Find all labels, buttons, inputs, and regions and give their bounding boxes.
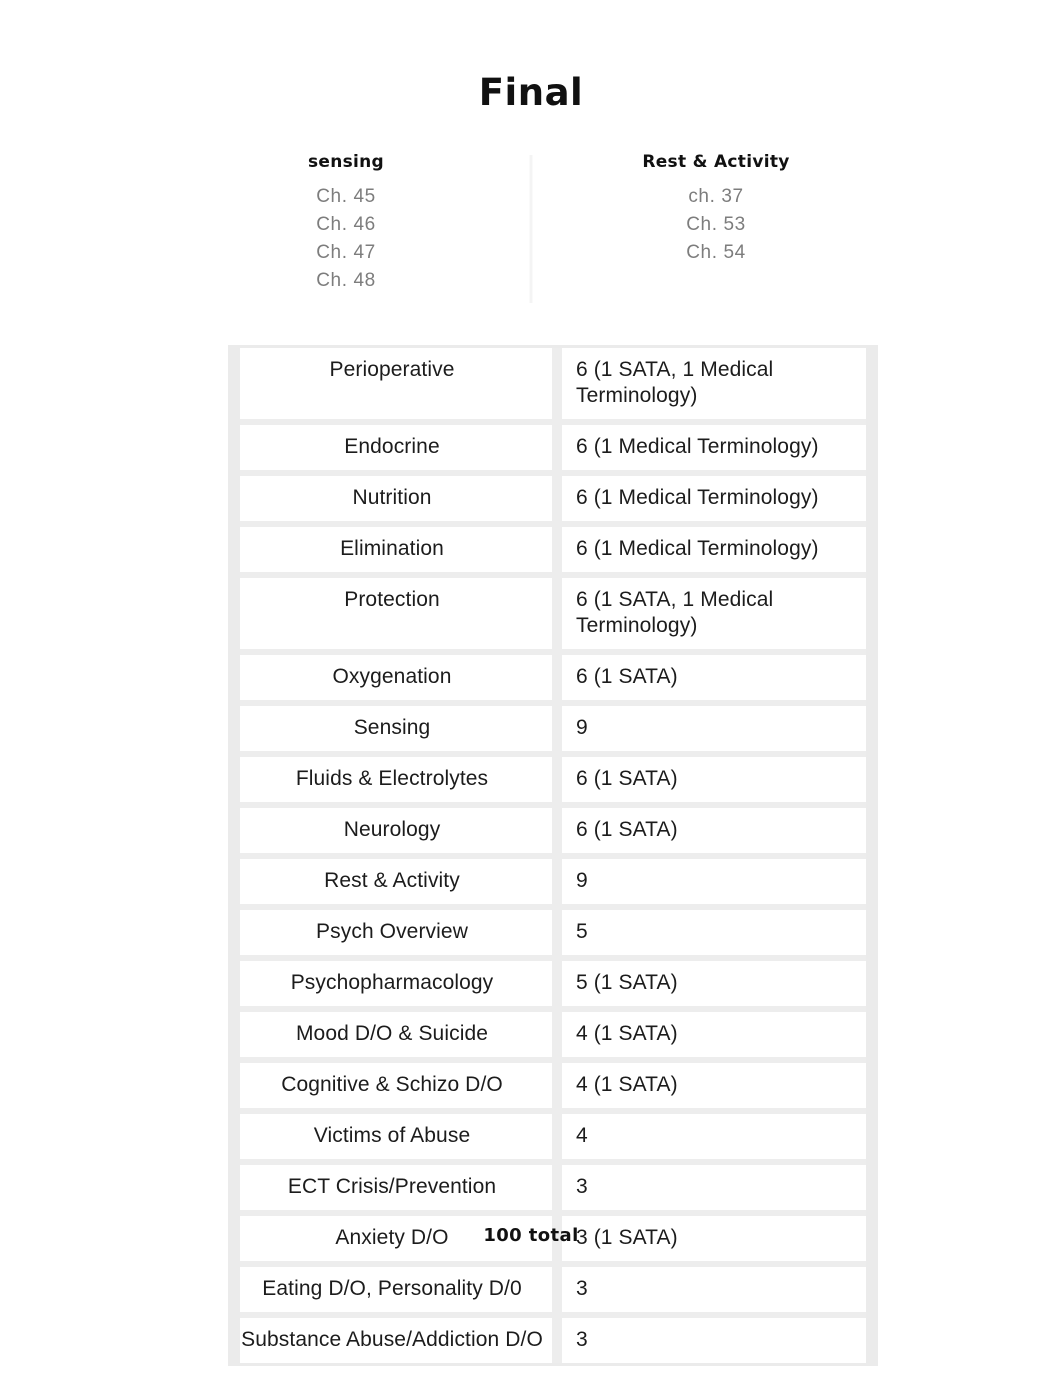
topic-cell: Substance Abuse/Addiction D/O [240,1315,562,1363]
table-row: Nutrition 6 (1 Medical Terminology) [240,473,866,524]
page-title: Final [478,71,584,114]
topic-cell: Psychopharmacology [240,958,562,1009]
count-cell: 6 (1 SATA, 1 Medical Terminology) [576,358,774,407]
topic-cell: Eating D/O, Personality D/0 [240,1264,562,1315]
topic-cell: Psych Overview [240,907,562,958]
chapter-column-rest-activity: Rest & Activity ch. 37 Ch. 53 Ch. 54 [571,152,861,295]
table-row: Perioperative 6 (1 SATA, 1 Medical Termi… [240,348,866,422]
table-row: Psych Overview 5 [240,907,866,958]
table-row: Fluids & Electrolytes 6 (1 SATA) [240,754,866,805]
count-cell: 6 (1 SATA) [576,818,678,841]
count-cell: 5 [576,920,588,943]
chapter-list-item: Ch. 46 [316,213,376,235]
chapter-list-item: Ch. 54 [686,241,746,263]
count-cell: 3 [576,1328,588,1351]
count-cell: 9 [576,716,588,739]
table-row: Sensing 9 [240,703,866,754]
chapter-list-item: Ch. 45 [316,185,376,207]
chapter-column-heading: Rest & Activity [642,152,790,172]
table-row: Substance Abuse/Addiction D/O 3 [240,1315,866,1363]
topic-cell: Cognitive & Schizo D/O [240,1060,562,1111]
table-body: Perioperative 6 (1 SATA, 1 Medical Termi… [240,348,866,1363]
count-cell: 6 (1 Medical Terminology) [576,435,819,458]
table-row: Psychopharmacology 5 (1 SATA) [240,958,866,1009]
chapter-list-item: Ch. 47 [316,241,376,263]
topic-cell: ECT Crisis/Prevention [240,1162,562,1213]
count-cell: 6 (1 SATA) [576,767,678,790]
count-cell: 6 (1 Medical Terminology) [576,486,819,509]
chapter-columns-section: sensing Ch. 45 Ch. 46 Ch. 47 Ch. 48 Rest… [201,111,861,303]
topic-cell: Rest & Activity [240,856,562,907]
chapter-column-sensing: sensing Ch. 45 Ch. 46 Ch. 47 Ch. 48 [201,152,491,295]
table-row: Elimination 6 (1 Medical Terminology) [240,524,866,575]
count-cell: 4 [576,1124,588,1147]
topic-cell: Sensing [240,703,562,754]
count-cell: 6 (1 SATA) [576,665,678,688]
topic-cell: Mood D/O & Suicide [240,1009,562,1060]
count-cell: 3 [576,1175,588,1198]
chapter-list-item: Ch. 48 [316,269,376,291]
topic-cell: Protection [240,575,562,652]
table-row: Neurology 6 (1 SATA) [240,805,866,856]
table-row: Endocrine 6 (1 Medical Terminology) [240,422,866,473]
count-cell: 4 (1 SATA) [576,1073,678,1096]
table-row: Rest & Activity 9 [240,856,866,907]
topic-cell: Perioperative [240,348,562,422]
topic-count-table: Perioperative 6 (1 SATA, 1 Medical Termi… [228,345,878,1366]
chapter-list-item: ch. 37 [688,185,744,207]
topic-cell: Fluids & Electrolytes [240,754,562,805]
total-count-label: 100 total [483,1225,579,1246]
table-row: ECT Crisis/Prevention 3 [240,1162,866,1213]
table-row: Victims of Abuse 4 [240,1111,866,1162]
count-cell: 6 (1 Medical Terminology) [576,537,819,560]
table-row: Eating D/O, Personality D/0 3 [240,1264,866,1315]
table-row: Cognitive & Schizo D/O 4 (1 SATA) [240,1060,866,1111]
chapter-columns-divider [529,155,533,303]
chapter-list-item: Ch. 53 [686,213,746,235]
topic-cell: Endocrine [240,422,562,473]
count-cell: 5 (1 SATA) [576,971,678,994]
chapter-column-heading: sensing [307,152,385,172]
topic-cell: Nutrition [240,473,562,524]
topic-cell: Victims of Abuse [240,1111,562,1162]
count-cell: 9 [576,869,588,892]
count-cell: 4 (1 SATA) [576,1022,678,1045]
table-row: Protection 6 (1 SATA, 1 Medical Terminol… [240,575,866,652]
topic-cell: Elimination [240,524,562,575]
count-cell: 6 (1 SATA, 1 Medical Terminology) [576,588,774,637]
topic-cell: Oxygenation [240,652,562,703]
topic-cell: Neurology [240,805,562,856]
table-row: Oxygenation 6 (1 SATA) [240,652,866,703]
count-cell: 3 [576,1277,588,1300]
table-row: Mood D/O & Suicide 4 (1 SATA) [240,1009,866,1060]
